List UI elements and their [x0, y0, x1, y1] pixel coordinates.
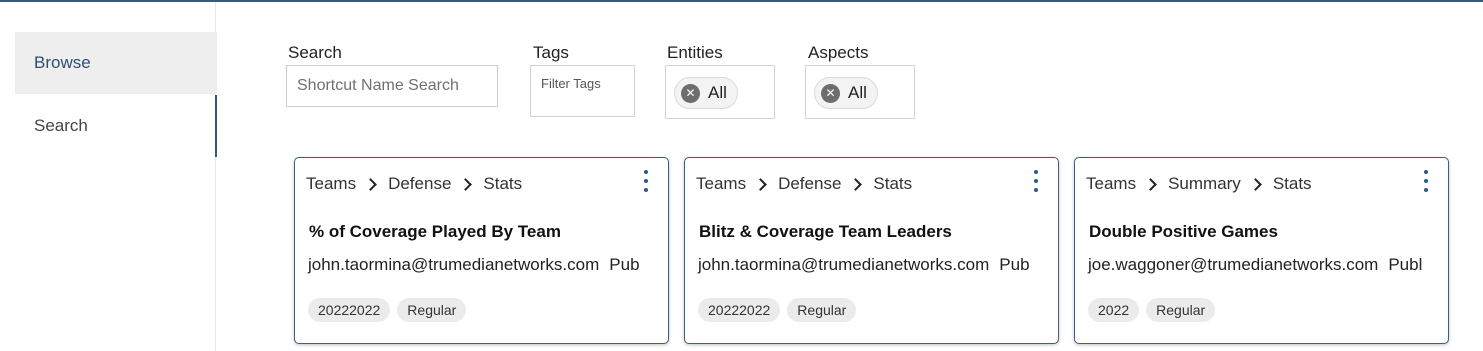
card-owner: john.taormina@trumedianetworks.com Pub: [698, 255, 1030, 275]
breadcrumb-item[interactable]: Teams: [1086, 174, 1136, 194]
tag-pill: 20222022: [698, 298, 781, 322]
chevron-right-icon: [459, 177, 473, 191]
breadcrumb-item[interactable]: Stats: [1273, 174, 1312, 194]
breadcrumb: Teams Defense Stats: [696, 174, 912, 194]
owner-email: joe.waggoner@trumedianetworks.com: [1088, 255, 1379, 274]
breadcrumb-item[interactable]: Defense: [778, 174, 841, 194]
shortcut-search-input[interactable]: [286, 65, 498, 107]
tags-label: Tags: [533, 43, 569, 62]
shortcut-card[interactable]: Teams Defense Stats Blitz & Coverage Tea…: [684, 157, 1059, 344]
sidebar-item-label: Browse: [34, 53, 91, 72]
chip-label: All: [848, 83, 867, 102]
clear-icon[interactable]: ✕: [681, 83, 700, 103]
chevron-right-icon: [364, 177, 377, 191]
entities-label: Entities: [667, 43, 723, 62]
tag-pill: Regular: [397, 298, 467, 322]
search-label: Search: [288, 43, 342, 62]
visibility-label: Pub: [999, 255, 1030, 274]
breadcrumb: Teams Defense Stats: [306, 174, 522, 194]
chip-label: All: [708, 83, 727, 102]
sidebar-item-browse[interactable]: Browse: [15, 32, 217, 94]
entities-filter[interactable]: ✕ All: [665, 65, 775, 119]
more-vertical-icon[interactable]: [1422, 170, 1430, 192]
tags-placeholder: Filter Tags: [541, 76, 601, 91]
aspects-filter[interactable]: ✕ All: [805, 65, 915, 119]
breadcrumb-item[interactable]: Defense: [388, 174, 451, 194]
shortcut-card[interactable]: Teams Defense Stats % of Coverage Played…: [294, 157, 669, 344]
top-border: [0, 0, 1483, 2]
sidebar-item-label: Search: [34, 116, 88, 135]
visibility-label: Publ: [1388, 255, 1423, 274]
owner-email: john.taormina@trumedianetworks.com: [698, 255, 990, 274]
card-title[interactable]: % of Coverage Played By Team: [309, 222, 561, 242]
chevron-right-icon: [1248, 177, 1262, 191]
tag-pill: Regular: [787, 298, 857, 322]
tag-pill: 20222022: [308, 298, 391, 322]
tag-pill: Regular: [1146, 298, 1216, 322]
chevron-right-icon: [754, 177, 767, 191]
sidebar: Browse Search: [0, 2, 217, 351]
breadcrumb-item[interactable]: Stats: [483, 174, 522, 194]
tag-list: 20222022 Regular: [308, 298, 473, 322]
tags-filter-input[interactable]: Filter Tags: [530, 65, 635, 117]
visibility-label: Pub: [609, 255, 640, 274]
aspects-chip[interactable]: ✕ All: [814, 77, 878, 109]
shortcut-card[interactable]: Teams Summary Stats Double Positive Game…: [1074, 157, 1449, 344]
breadcrumb-item[interactable]: Summary: [1168, 174, 1241, 194]
card-owner: john.taormina@trumedianetworks.com Pub: [308, 255, 640, 275]
aspects-label: Aspects: [808, 43, 869, 62]
tag-list: 2022 Regular: [1088, 298, 1222, 322]
tag-list: 20222022 Regular: [698, 298, 863, 322]
chevron-right-icon: [1144, 177, 1157, 191]
more-vertical-icon[interactable]: [1032, 170, 1040, 192]
breadcrumb: Teams Summary Stats: [1086, 174, 1312, 194]
tag-pill: 2022: [1088, 298, 1140, 322]
breadcrumb-item[interactable]: Stats: [873, 174, 912, 194]
breadcrumb-item[interactable]: Teams: [306, 174, 356, 194]
entities-chip[interactable]: ✕ All: [674, 77, 738, 109]
card-owner: joe.waggoner@trumedianetworks.com Publ: [1088, 255, 1422, 275]
clear-icon[interactable]: ✕: [821, 83, 840, 103]
card-title[interactable]: Blitz & Coverage Team Leaders: [699, 222, 952, 242]
card-title[interactable]: Double Positive Games: [1089, 222, 1278, 242]
owner-email: john.taormina@trumedianetworks.com: [308, 255, 600, 274]
chevron-right-icon: [849, 177, 863, 191]
more-vertical-icon[interactable]: [642, 170, 650, 192]
sidebar-item-search[interactable]: Search: [15, 95, 217, 157]
breadcrumb-item[interactable]: Teams: [696, 174, 746, 194]
